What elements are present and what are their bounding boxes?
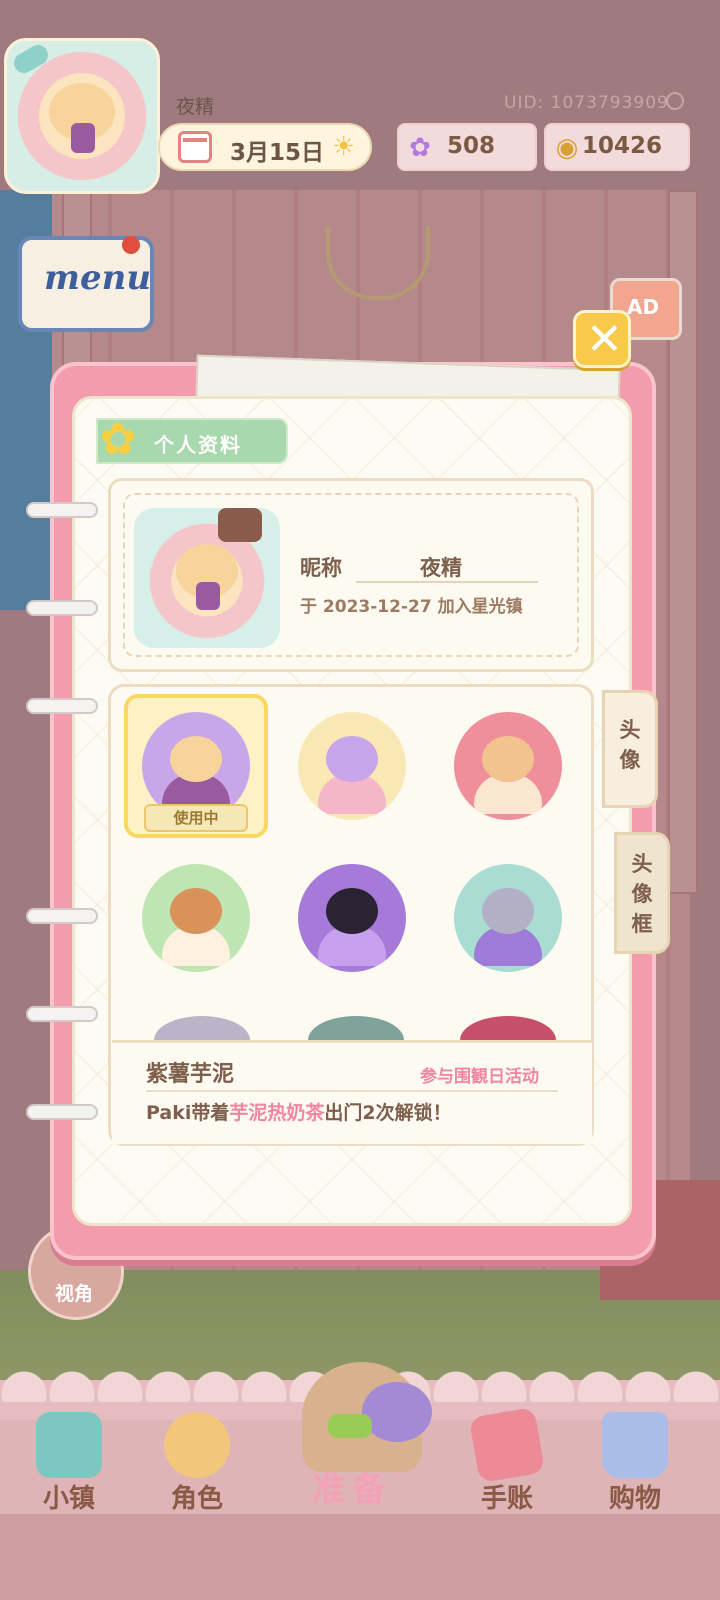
nav-prepare[interactable]: 准备 — [262, 1352, 462, 1532]
sun-weather-icon: ☀ — [332, 132, 356, 162]
nav-town[interactable]: 小镇 — [14, 1404, 124, 1538]
character-icon — [164, 1412, 230, 1478]
close-button[interactable]: ✕ — [573, 310, 631, 368]
coin-count: 10426 — [582, 133, 663, 159]
nav-prepare-label: 准备 — [312, 1470, 392, 1510]
gray-cat-avatar[interactable] — [454, 864, 562, 972]
binder-ring — [26, 1006, 98, 1022]
beagle-avatar[interactable] — [142, 864, 250, 972]
tab-avatar-frame-label: 头像框 — [631, 852, 653, 936]
clover-gem-icon: ✿ — [409, 133, 431, 163]
desc-prefix: Paki带着 — [146, 1102, 230, 1124]
item-source: 参与围観日活动 — [420, 1067, 539, 1087]
hat-icon — [362, 1382, 432, 1442]
desc-highlight: 芋泥热奶茶 — [229, 1102, 325, 1124]
desc-suffix: 出门2次解锁！ — [324, 1102, 452, 1124]
nickname-value[interactable]: 夜精 — [420, 552, 462, 582]
current-date: 3月15日 — [230, 140, 325, 166]
in-use-badge: 使用中 — [144, 804, 248, 832]
nav-journal-label: 手账 — [480, 1484, 533, 1514]
binder-ring — [26, 502, 98, 518]
binder-ring — [26, 698, 98, 714]
player-avatar[interactable] — [4, 38, 160, 194]
coin-icon: ◉ — [555, 133, 579, 163]
info-divider — [146, 1090, 558, 1092]
player-uid: UID: 1073793909 — [504, 93, 669, 113]
view-angle-label: 视角 — [55, 1283, 94, 1305]
nav-town-label: 小镇 — [42, 1484, 95, 1514]
tab-avatar[interactable]: 头像 — [602, 690, 658, 808]
notification-dot — [122, 236, 140, 254]
nav-shop-label: 购物 — [608, 1484, 661, 1514]
magic-hat-avatar[interactable] — [298, 712, 406, 820]
bow-icon — [328, 1414, 372, 1438]
gem-currency[interactable]: ✿ 508 — [397, 123, 537, 171]
journal-book-icon — [468, 1406, 546, 1484]
player-nickname: 夜精 — [176, 96, 215, 118]
nav-journal[interactable]: 手账 — [452, 1404, 562, 1538]
close-icon: ✕ — [586, 314, 623, 365]
flower-icon: ✿ — [99, 414, 137, 465]
join-date-text: 于 2023-12-27 加入星光镇 — [300, 597, 523, 617]
copy-uid-icon[interactable] — [666, 92, 684, 110]
nav-shop[interactable]: 购物 — [580, 1404, 690, 1538]
shiba-avatar[interactable] — [454, 712, 562, 820]
item-name: 紫薯芋泥 — [146, 1062, 235, 1087]
tab-avatar-frame[interactable]: 头像框 — [614, 832, 670, 954]
black-cat-avatar[interactable] — [298, 864, 406, 972]
section-title: 个人资料 — [154, 433, 242, 457]
calendar-icon — [178, 131, 212, 163]
binder-ring — [26, 600, 98, 616]
nickname-label: 昵称 — [300, 556, 342, 580]
item-unlock-description: Paki带着芋泥热奶茶出门2次解锁！ — [146, 1098, 452, 1125]
tab-avatar-label: 头像 — [619, 718, 641, 772]
ad-label: AD — [627, 295, 660, 319]
profile-avatar — [134, 508, 280, 648]
date-display[interactable]: 3月15日 ☀ — [158, 123, 372, 171]
menu-label: menu — [44, 258, 152, 298]
section-title-tag: ✿ 个人资料 — [96, 414, 288, 465]
shopping-bag-icon — [602, 1412, 668, 1478]
binder-ring — [26, 908, 98, 924]
more-avatars-row — [108, 1016, 594, 1040]
nav-role[interactable]: 角色 — [142, 1404, 252, 1538]
gem-count: 508 — [447, 133, 496, 159]
nav-role-label: 角色 — [170, 1484, 223, 1514]
nickname-underline — [356, 581, 538, 583]
coin-currency[interactable]: ◉ 10426 — [544, 123, 690, 171]
map-icon — [36, 1412, 102, 1478]
binder-ring — [26, 1104, 98, 1120]
